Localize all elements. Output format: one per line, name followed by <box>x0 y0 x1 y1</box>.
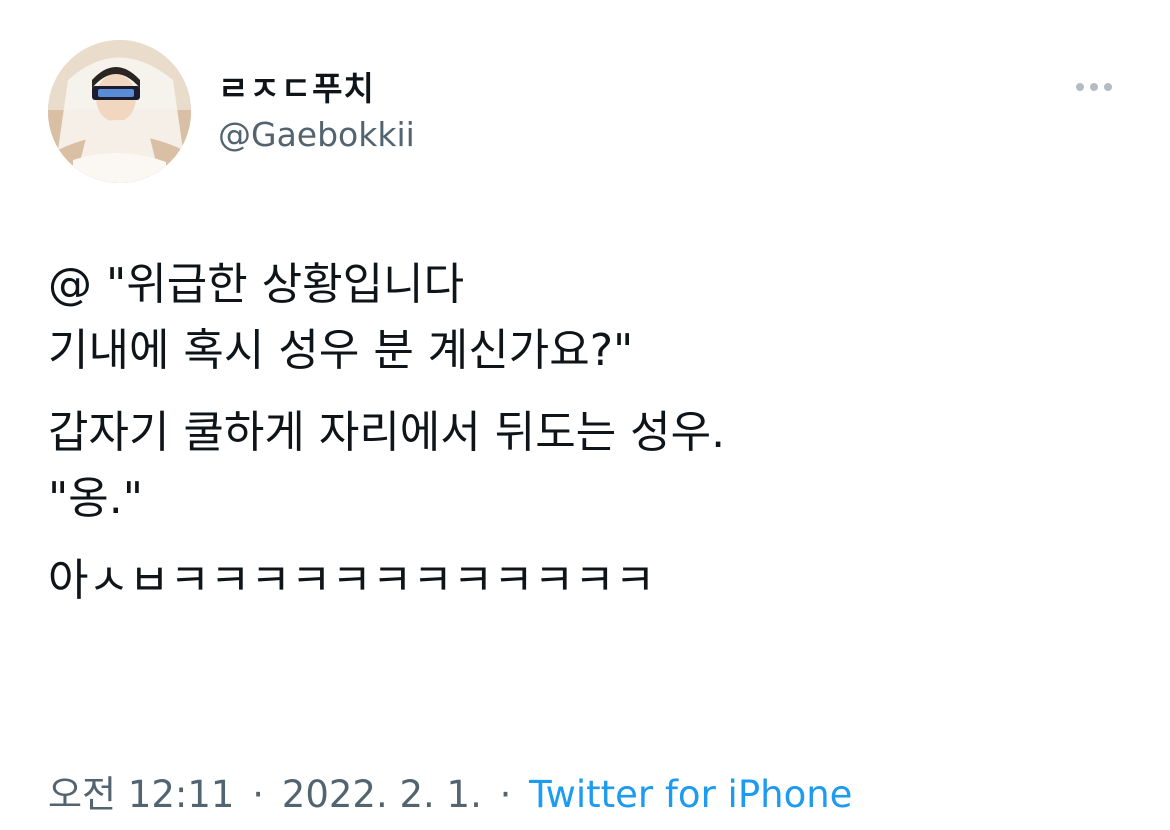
tweet-line: 갑자기 쿨하게 자리에서 뒤도는 성우. <box>48 407 726 458</box>
user-handle[interactable]: @Gaebokkii <box>218 115 415 154</box>
tweet-date[interactable]: 2022. 2. 1. <box>282 773 482 816</box>
tweet-source-link[interactable]: Twitter for iPhone <box>529 773 852 816</box>
avatar[interactable] <box>48 40 191 183</box>
separator: · <box>252 773 265 816</box>
tweet-line: "옹." <box>48 473 143 524</box>
profile-photo-icon <box>48 40 191 183</box>
more-options-button[interactable] <box>1068 72 1120 102</box>
tweet-line: @ "위급한 상황입니다 <box>48 259 465 310</box>
tweet-paragraph: @ "위급한 상황입니다 기내에 혹시 성우 분 계신가요?" <box>48 252 1128 384</box>
tweet-time[interactable]: 오전 12:11 <box>48 773 234 816</box>
more-dot <box>1104 83 1112 91</box>
more-horizontal-icon <box>1076 83 1084 91</box>
more-dot <box>1090 83 1098 91</box>
separator: · <box>499 773 512 816</box>
tweet-line: 기내에 혹시 성우 분 계신가요?" <box>48 325 634 376</box>
tweet-text: @ "위급한 상황입니다 기내에 혹시 성우 분 계신가요?" 갑자기 쿨하게 … <box>48 252 1128 630</box>
tweet-meta: 오전 12:11 · 2022. 2. 1. · Twitter for iPh… <box>48 764 852 818</box>
display-name[interactable]: ㄹㅈㄷ푸치 <box>218 62 375 110</box>
tweet-paragraph: 갑자기 쿨하게 자리에서 뒤도는 성우. "옹." <box>48 400 1128 532</box>
tweet-line: 아ㅅㅂㅋㅋㅋㅋㅋㅋㅋㅋㅋㅋㅋㅋ <box>48 555 656 606</box>
tweet-paragraph: 아ㅅㅂㅋㅋㅋㅋㅋㅋㅋㅋㅋㅋㅋㅋ <box>48 548 1128 614</box>
